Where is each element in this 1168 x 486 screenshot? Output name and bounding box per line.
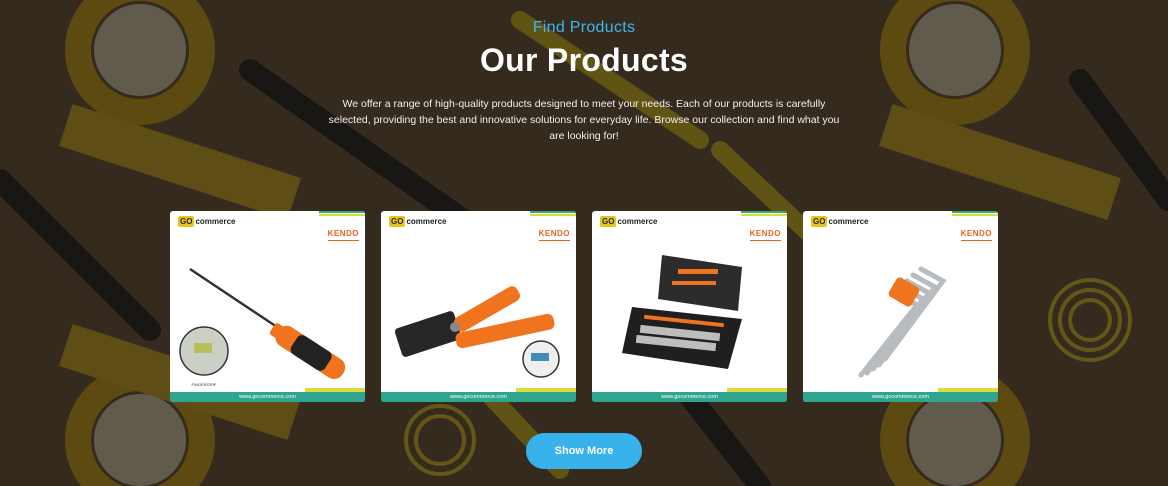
card-stripes xyxy=(952,211,998,219)
product-card-hex-keys[interactable]: GO commerce KENDO www.gocommerce.com xyxy=(803,211,998,402)
card-footer-website: www.gocommerce.com xyxy=(803,392,998,402)
card-footer-website: www.gocommerce.com xyxy=(170,392,365,402)
product-card-socket-set[interactable]: GO commerce KENDO www.gocommerce.com xyxy=(592,211,787,402)
section-title: Our Products xyxy=(479,42,689,78)
card-stripes xyxy=(319,211,365,219)
product-grid: GO commerce KENDO FINGERGRIP www.gocommer… xyxy=(170,211,998,403)
product-image-crimping-tool xyxy=(394,286,560,378)
card-footer-website: www.gocommerce.com xyxy=(592,392,787,402)
product-image-screwdriver: FINGERGRIP xyxy=(179,267,346,387)
product-card-screwdriver[interactable]: GO commerce KENDO FINGERGRIP www.gocommer… xyxy=(170,211,365,402)
card-stripes xyxy=(530,211,576,219)
store-logo: GO commerce xyxy=(600,216,658,227)
store-logo: GO commerce xyxy=(389,216,447,227)
kendo-logo: KENDO xyxy=(961,229,992,241)
card-footer-website: www.gocommerce.com xyxy=(381,392,576,402)
store-logo: GO commerce xyxy=(811,216,869,227)
product-card-crimping-tool[interactable]: GO commerce KENDO www.gocommerce.com xyxy=(381,211,576,402)
product-image-hex-keys xyxy=(858,266,947,378)
kendo-logo: KENDO xyxy=(328,229,359,241)
product-image-socket-set xyxy=(622,255,742,369)
store-logo: GO commerce xyxy=(178,216,236,227)
card-stripes xyxy=(741,211,787,219)
kendo-logo: KENDO xyxy=(539,229,570,241)
section-eyebrow: Find Products xyxy=(532,19,636,36)
kendo-logo: KENDO xyxy=(750,229,781,241)
show-more-button[interactable]: Show More xyxy=(526,433,642,469)
svg-text:FINGERGRIP: FINGERGRIP xyxy=(192,382,217,387)
section-description: We offer a range of high-quality product… xyxy=(328,98,840,142)
